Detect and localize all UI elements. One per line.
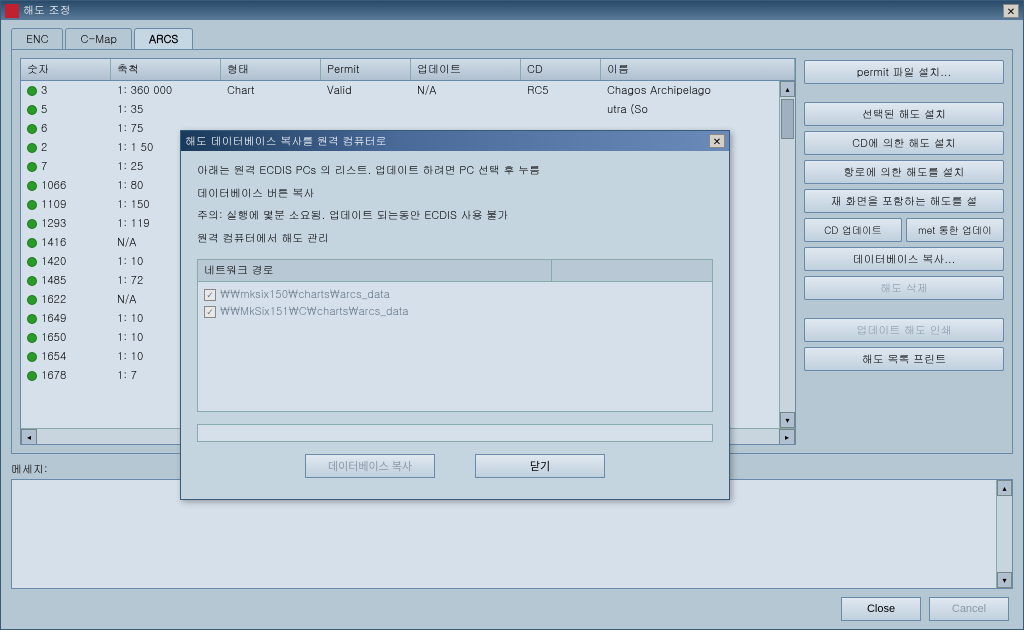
path-text: \\mksix150\charts\arcs_data [220, 287, 390, 302]
header-num[interactable]: 숫자 [21, 59, 111, 80]
status-dot-icon [27, 219, 37, 229]
status-dot-icon [27, 371, 37, 381]
db-copy-dialog: 해도 데이터베이스 복사를 원격 컴퓨터로 ✕ 아래는 원격 ECDIS PCs… [180, 130, 730, 500]
status-dot-icon [27, 352, 37, 362]
scroll-up-button[interactable]: ▴ [780, 81, 795, 97]
cd-update-button[interactable]: CD 업데이트 [804, 218, 902, 242]
path-header-col2 [552, 260, 712, 281]
checkbox-icon[interactable]: ✓ [204, 289, 216, 301]
cancel-button[interactable]: Cancel [929, 597, 1009, 621]
delete-chart-button[interactable]: 해도 삭제 [804, 276, 1004, 300]
met-update-button[interactable]: met 통한 업데이 [906, 218, 1004, 242]
path-header-label: 네트워크 경로 [198, 260, 552, 281]
status-dot-icon [27, 314, 37, 324]
install-selected-button[interactable]: 선택된 해도 설치 [804, 102, 1004, 126]
dialog-close-btn[interactable]: 닫기 [475, 454, 605, 478]
status-dot-icon [27, 162, 37, 172]
db-copy-button[interactable]: 데이터베이스 복사... [804, 247, 1004, 271]
side-panel: permit 파일 설치... 선택된 해도 설치 CD에 의한 해도 설치 항… [804, 58, 1004, 445]
table-header: 숫자 축척 형태 Permit 업데이트 CD 이름 [21, 59, 795, 81]
header-type[interactable]: 형태 [221, 59, 321, 80]
status-dot-icon [27, 143, 37, 153]
path-item[interactable]: ✓ \\MkSix151\C\charts\arcs_data [202, 303, 708, 320]
header-name[interactable]: 이름 [601, 59, 795, 80]
dialog-body: 아래는 원격 ECDIS PCs 의 리스트. 업데이트 하려면 PC 선택 후… [181, 151, 729, 499]
status-dot-icon [27, 333, 37, 343]
msg-scroll-up[interactable]: ▴ [997, 480, 1012, 496]
scroll-thumb[interactable] [781, 99, 794, 139]
checkbox-icon[interactable]: ✓ [204, 306, 216, 318]
status-dot-icon [27, 86, 37, 96]
status-dot-icon [27, 295, 37, 305]
status-dot-icon [27, 181, 37, 191]
dialog-text-4: 원격 컴퓨터에서 해도 관리 [197, 231, 713, 248]
scroll-down-button[interactable]: ▾ [780, 412, 795, 428]
dialog-text-1: 아래는 원격 ECDIS PCs 의 리스트. 업데이트 하려면 PC 선택 후… [197, 163, 713, 180]
scroll-left-button[interactable]: ◂ [21, 429, 37, 445]
status-dot-icon [27, 238, 37, 248]
progress-bar [197, 424, 713, 442]
install-screen-button[interactable]: 재 화면을 포함하는 해도를 설 [804, 189, 1004, 213]
dialog-text-3: 주의: 실행에 몇분 소요됨. 업데이트 되는동안 ECDIS 사용 불가 [197, 208, 713, 225]
header-update[interactable]: 업데이트 [411, 59, 521, 80]
vertical-scrollbar[interactable]: ▴ ▾ [779, 81, 795, 428]
status-dot-icon [27, 105, 37, 115]
header-permit[interactable]: Permit [321, 59, 411, 80]
window-title: 해도 조정 [23, 3, 1003, 18]
list-print-button[interactable]: 해도 목록 프린트 [804, 347, 1004, 371]
dialog-buttons: 데이터베이스 복사 닫기 [197, 454, 713, 478]
msg-scrollbar[interactable]: ▴ ▾ [996, 480, 1012, 588]
path-item[interactable]: ✓ \\mksix150\charts\arcs_data [202, 286, 708, 303]
scroll-right-button[interactable]: ▸ [779, 429, 795, 445]
msg-scroll-down[interactable]: ▾ [997, 572, 1012, 588]
path-list: ✓ \\mksix150\charts\arcs_data ✓ \\MkSix1… [197, 282, 713, 412]
status-dot-icon [27, 276, 37, 286]
window-close-button[interactable]: ✕ [1003, 4, 1019, 18]
app-icon [5, 4, 19, 18]
close-button[interactable]: Close [841, 597, 921, 621]
status-dot-icon [27, 200, 37, 210]
tab-enc[interactable]: ENC [11, 28, 63, 50]
table-row[interactable]: 31: 360 000ChartValidN/ARC5Chagos Archip… [21, 81, 795, 100]
footer-buttons: Close Cancel [11, 589, 1013, 621]
path-text: \\MkSix151\C\charts\arcs_data [220, 304, 408, 319]
tab-arcs[interactable]: ARCS [134, 28, 193, 50]
dialog-copy-button[interactable]: 데이터베이스 복사 [305, 454, 435, 478]
status-dot-icon [27, 124, 37, 134]
path-list-header: 네트워크 경로 [197, 259, 713, 282]
install-route-button[interactable]: 항로에 의한 해도를 설치 [804, 160, 1004, 184]
header-cd[interactable]: CD [521, 59, 601, 80]
update-print-button[interactable]: 업데이트 해도 인쇄 [804, 318, 1004, 342]
dialog-close-button[interactable]: ✕ [709, 134, 725, 148]
dialog-text-2: 데이터베이스 버튼 복사 [197, 186, 713, 203]
table-row[interactable]: 51: 35utra (So [21, 100, 795, 119]
dialog-title: 해도 데이터베이스 복사를 원격 컴퓨터로 [185, 134, 709, 149]
install-cd-button[interactable]: CD에 의한 해도 설치 [804, 131, 1004, 155]
dialog-titlebar: 해도 데이터베이스 복사를 원격 컴퓨터로 ✕ [181, 131, 729, 151]
tab-cmap[interactable]: C-Map [65, 28, 132, 50]
titlebar: 해도 조정 ✕ [1, 1, 1023, 20]
status-dot-icon [27, 257, 37, 267]
header-scale[interactable]: 축척 [111, 59, 221, 80]
permit-install-button[interactable]: permit 파일 설치... [804, 60, 1004, 84]
tabs: ENC C-Map ARCS [11, 28, 1013, 50]
